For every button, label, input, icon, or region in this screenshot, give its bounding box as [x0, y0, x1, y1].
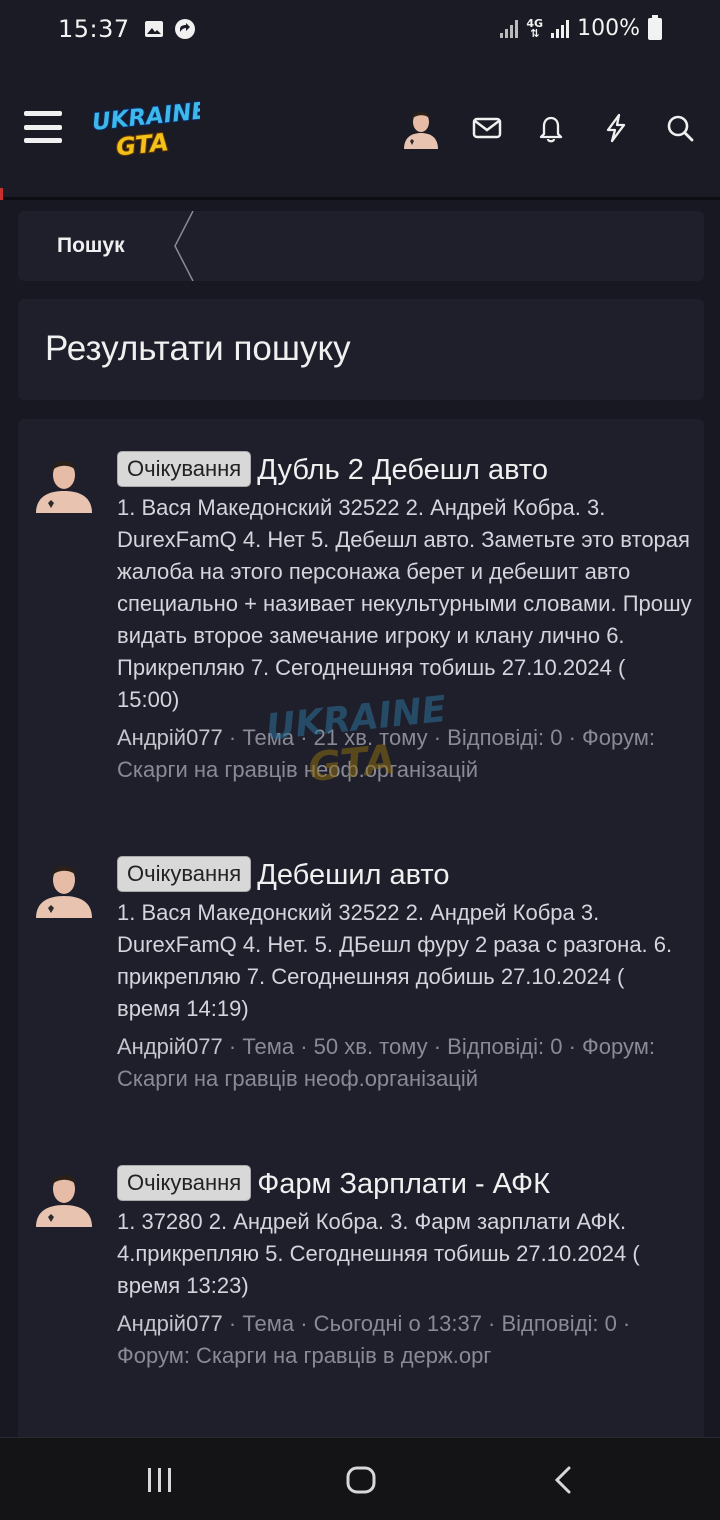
page-title: Результати пошуку	[45, 329, 351, 368]
user-avatar[interactable]	[400, 105, 442, 149]
status-badge: Очікування	[117, 856, 252, 892]
status-badge: Очікування	[117, 451, 252, 487]
network-type: 4G ⇅	[526, 16, 544, 40]
result-snippet[interactable]: 1. Вася Македонский 32522 2. Андрей Кобр…	[117, 492, 692, 716]
search-results: Очікування Дубль 2 Дебешл авто 1. Вася Ма…	[18, 419, 704, 1449]
status-bar: 15:37 4G ⇅ 100%	[0, 0, 720, 57]
title-block: Результати пошуку	[18, 299, 704, 400]
battery-icon	[648, 14, 662, 40]
result-meta: Андрій077 · Тема · 50 хв. тому · Відпові…	[117, 1031, 692, 1095]
result-author[interactable]: Андрій077	[117, 1034, 223, 1059]
author-avatar[interactable]	[34, 1167, 94, 1227]
status-time: 15:37	[58, 14, 130, 43]
home-icon[interactable]	[345, 1464, 377, 1496]
svg-text:GTA: GTA	[115, 128, 170, 161]
system-nav-bar	[0, 1437, 720, 1520]
search-icon[interactable]	[665, 113, 695, 143]
signal-icon-2	[551, 19, 570, 38]
svg-text:GTA: GTA	[306, 736, 398, 791]
accent-marker	[0, 188, 3, 200]
result-meta: Андрій077 · Тема · Сьогодні о 13:37 · Ві…	[117, 1308, 692, 1372]
result-title[interactable]: Дубль 2 Дебешл авто	[257, 454, 548, 486]
author-avatar[interactable]	[34, 453, 94, 513]
logo-watermark: UKRAINE GTA	[264, 691, 449, 791]
bolt-icon[interactable]	[601, 113, 631, 143]
menu-icon[interactable]	[24, 111, 62, 143]
breadcrumb: Пошук	[18, 211, 704, 281]
result-snippet[interactable]: 1. 37280 2. Андрей Кобра. 3. Фарм зарпла…	[117, 1206, 692, 1302]
battery-percent: 100%	[577, 16, 640, 41]
back-icon[interactable]	[548, 1464, 580, 1496]
result-title[interactable]: Дебешил авто	[257, 859, 449, 891]
mail-icon[interactable]	[472, 113, 502, 143]
status-badge: Очікування	[117, 1165, 252, 1201]
recent-apps-icon[interactable]	[144, 1464, 176, 1496]
result-author[interactable]: Андрій077	[117, 1311, 223, 1336]
bell-icon[interactable]	[536, 113, 566, 143]
result-title[interactable]: Фарм Зарплати - АФК	[257, 1168, 550, 1200]
author-avatar[interactable]	[34, 858, 94, 918]
result-author[interactable]: Андрій077	[117, 725, 223, 750]
breadcrumb-item-search[interactable]: Пошук	[57, 234, 125, 258]
result-snippet[interactable]: 1. Вася Македонский 32522 2. Андрей Кобр…	[117, 897, 692, 1025]
breadcrumb-separator-icon	[174, 211, 194, 281]
share-notification-icon	[174, 18, 195, 39]
site-logo[interactable]: UKRAINE GTA	[90, 99, 200, 161]
app-header: UKRAINE GTA	[0, 57, 720, 200]
gallery-notification-icon	[144, 20, 163, 37]
signal-icon	[500, 19, 519, 38]
